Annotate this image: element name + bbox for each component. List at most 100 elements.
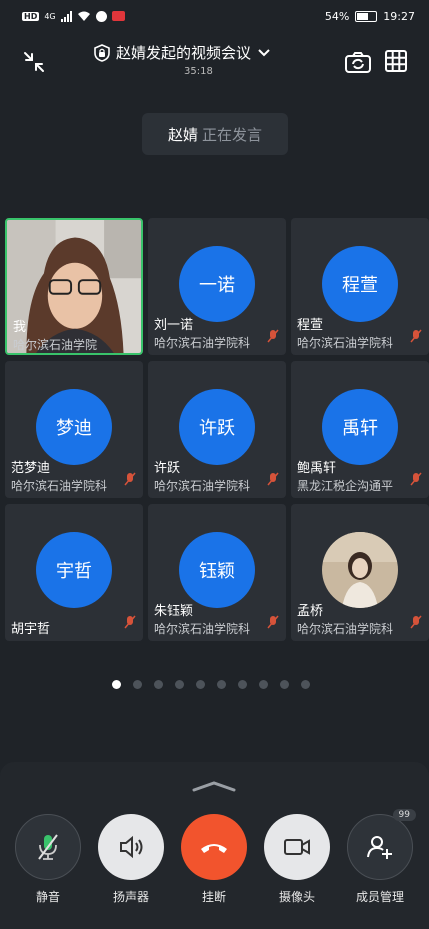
hangup-label: 挂断 xyxy=(201,890,226,904)
switch-camera-button[interactable] xyxy=(343,48,373,76)
mic-muted-icon xyxy=(410,472,422,486)
page-dot[interactable] xyxy=(133,680,142,689)
participant-org: 哈尔滨石油学院科 xyxy=(154,336,251,350)
speaker-icon xyxy=(120,835,143,859)
status-bar: HD 4G 54% 19:27 xyxy=(0,0,429,32)
mute-circle[interactable] xyxy=(15,814,81,880)
avatar: 梦迪 xyxy=(36,389,112,465)
mic-muted-icon xyxy=(267,329,279,343)
mute-label: 静音 xyxy=(35,890,60,904)
participant-name: 刘一诺 xyxy=(154,318,194,333)
page-indicator[interactable] xyxy=(112,680,310,689)
speaker-label: 扬声器 xyxy=(112,890,149,904)
mic-muted-icon xyxy=(410,329,422,343)
control-panel: 静音 扬声器 挂断 摄像头 99 成员管理 xyxy=(0,762,429,929)
avatar: 程萱 xyxy=(322,246,398,322)
mic-muted-icon xyxy=(267,472,279,486)
grid-icon xyxy=(385,50,407,72)
collapse-arrows-icon xyxy=(24,52,44,72)
video-app-notification-icon xyxy=(111,11,125,21)
participant-org: 黑龙江税企沟通平 xyxy=(297,479,394,493)
camera-switch-icon xyxy=(345,52,371,73)
avatar: 禹轩 xyxy=(322,389,398,465)
participant-name: 我 xyxy=(13,320,27,335)
participant-tile[interactable]: 许跃 许跃 哈尔滨石油学院科 xyxy=(148,361,286,498)
page-dot[interactable] xyxy=(175,680,184,689)
meeting-title-dropdown[interactable]: 赵婧发起的视频会议 xyxy=(94,42,294,63)
page-dot[interactable] xyxy=(196,680,205,689)
speaker-button[interactable]: 扬声器 xyxy=(98,814,164,905)
participant-tile[interactable]: 孟桥 哈尔滨石油学院科 xyxy=(291,504,429,641)
grid-layout-button[interactable] xyxy=(383,48,411,76)
hangup-button[interactable]: 挂断 xyxy=(181,814,247,905)
avatar-photo xyxy=(322,532,398,608)
participant-name: 范梦迪 xyxy=(11,461,51,476)
camera-circle[interactable] xyxy=(264,814,330,880)
participant-org: 哈尔滨石油学院科 xyxy=(154,479,251,493)
page-dot[interactable] xyxy=(280,680,289,689)
camera-button[interactable]: 摄像头 xyxy=(264,814,330,905)
page-dot[interactable] xyxy=(154,680,163,689)
participant-name: 程萱 xyxy=(297,318,324,333)
member-count-badge: 99 xyxy=(392,809,416,821)
mic-muted-icon xyxy=(410,615,422,629)
page-dot[interactable] xyxy=(259,680,268,689)
camera-label: 摄像头 xyxy=(278,890,315,904)
phone-hangup-icon xyxy=(201,844,227,853)
participant-tile[interactable]: 钰颖 朱钰颖 哈尔滨石油学院科 xyxy=(148,504,286,641)
members-circle[interactable]: 99 xyxy=(347,809,416,880)
participant-tile-self[interactable]: 我 哈尔滨石油学院 xyxy=(5,218,143,355)
meeting-title: 赵婧发起的视频会议 xyxy=(116,44,252,62)
participant-tile[interactable]: 程萱 程萱 哈尔滨石油学院科 xyxy=(291,218,429,355)
members-label: 成员管理 xyxy=(355,890,404,904)
participant-org: 哈尔滨石油学院科 xyxy=(297,622,394,636)
active-speaker-indicator: 赵婧 正在发言 xyxy=(142,113,288,155)
minimize-button[interactable] xyxy=(20,48,48,76)
members-button[interactable]: 99 成员管理 xyxy=(347,809,416,905)
participant-tile[interactable]: 一诺 刘一诺 哈尔滨石油学院科 xyxy=(148,218,286,355)
mute-button[interactable]: 静音 xyxy=(15,814,81,905)
participant-org: 哈尔滨石油学院科 xyxy=(297,336,394,350)
mic-muted-icon xyxy=(124,615,136,629)
app-notification-icon xyxy=(95,10,107,22)
add-member-icon xyxy=(367,836,392,859)
participant-name: 许跃 xyxy=(154,461,181,476)
avatar: 一诺 xyxy=(179,246,255,322)
participant-org: 哈尔滨石油学院 xyxy=(13,338,98,352)
participant-tile[interactable]: 宇哲 胡宇哲 xyxy=(5,504,143,641)
participant-org: 哈尔滨石油学院科 xyxy=(154,622,251,636)
participant-name: 朱钰颖 xyxy=(154,604,194,619)
network-type: 4G xyxy=(44,11,56,21)
self-video-feed xyxy=(7,220,141,353)
wifi-icon xyxy=(77,11,90,21)
avatar: 宇哲 xyxy=(36,532,112,608)
participant-name: 鲍禹轩 xyxy=(297,461,337,476)
participant-tile[interactable]: 梦迪 范梦迪 哈尔滨石油学院科 xyxy=(5,361,143,498)
participant-name: 胡宇哲 xyxy=(11,622,51,637)
panel-handle-icon[interactable] xyxy=(191,780,237,792)
battery-percent: 54% xyxy=(324,9,350,23)
mic-muted-icon xyxy=(124,472,136,486)
hangup-circle[interactable] xyxy=(181,814,247,880)
meeting-header: 赵婧发起的视频会议 35:18 xyxy=(0,38,429,88)
mic-off-icon xyxy=(38,834,58,860)
battery-icon xyxy=(355,10,378,22)
speaker-name: 赵婧 xyxy=(167,125,198,144)
page-dot[interactable] xyxy=(301,680,310,689)
page-dot[interactable] xyxy=(217,680,226,689)
mic-muted-icon xyxy=(267,615,279,629)
speaker-circle[interactable] xyxy=(98,814,164,880)
avatar: 许跃 xyxy=(179,389,255,465)
page-dot[interactable] xyxy=(238,680,247,689)
avatar: 钰颖 xyxy=(179,532,255,608)
page-dot[interactable] xyxy=(112,680,121,689)
chevron-down-icon xyxy=(258,48,270,56)
participant-tile[interactable]: 禹轩 鲍禹轩 黑龙江税企沟通平 xyxy=(291,361,429,498)
video-camera-icon xyxy=(284,839,310,855)
participant-org: 哈尔滨石油学院科 xyxy=(11,479,108,493)
speaker-status: 正在发言 xyxy=(202,125,263,144)
hd-badge: HD xyxy=(22,11,40,21)
shield-lock-icon xyxy=(94,43,110,62)
participant-name: 孟桥 xyxy=(297,604,324,619)
signal-icon xyxy=(60,10,72,22)
